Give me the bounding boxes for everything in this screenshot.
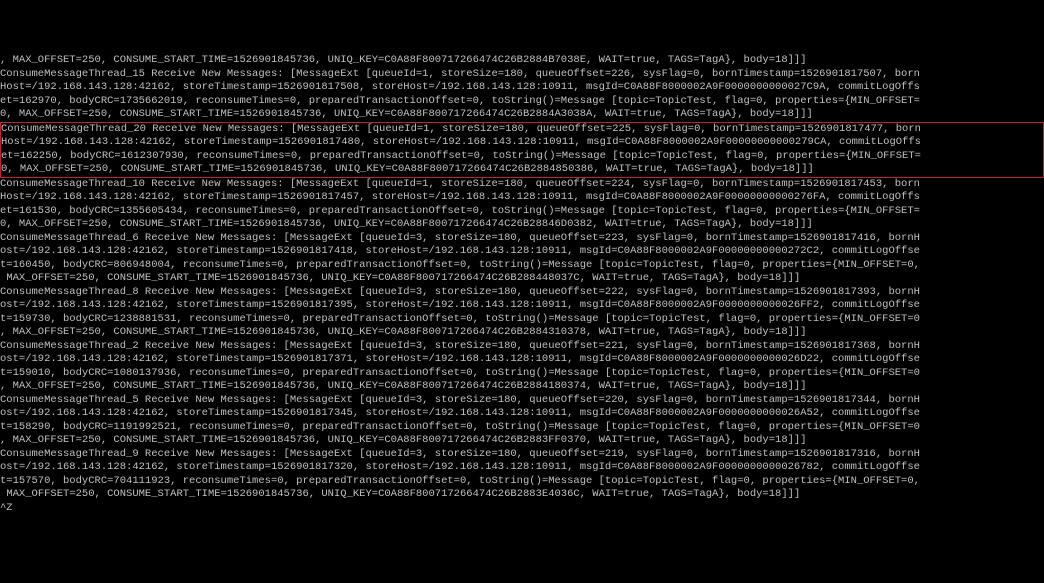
log-line: et=162970, bodyCRC=1735662019, reconsume…: [0, 95, 1044, 109]
log-line: 0, MAX_OFFSET=250, CONSUME_START_TIME=15…: [1, 163, 1043, 177]
log-line: ConsumeMessageThread_5 Receive New Messa…: [0, 394, 1044, 408]
log-line: , MAX_OFFSET=250, CONSUME_START_TIME=152…: [0, 326, 1044, 340]
log-line: , MAX_OFFSET=250, CONSUME_START_TIME=152…: [0, 380, 1044, 394]
control-z: ^Z: [0, 502, 1044, 516]
log-line: Host=/192.168.143.128:42162, storeTimest…: [0, 81, 1044, 95]
log-line: ConsumeMessageThread_2 Receive New Messa…: [0, 340, 1044, 354]
log-line: t=158290, bodyCRC=1191992521, reconsumeT…: [0, 421, 1044, 435]
log-line: t=159010, bodyCRC=1080137936, reconsumeT…: [0, 367, 1044, 381]
log-line: et=161530, bodyCRC=1355605434, reconsume…: [0, 205, 1044, 219]
log-line: ost=/192.168.143.128:42162, storeTimesta…: [0, 407, 1044, 421]
log-line: 0, MAX_OFFSET=250, CONSUME_START_TIME=15…: [0, 218, 1044, 232]
log-line: et=162250, bodyCRC=1612307930, reconsume…: [1, 150, 1043, 164]
log-line: 0, MAX_OFFSET=250, CONSUME_START_TIME=15…: [0, 108, 1044, 122]
log-line: , MAX_OFFSET=250, CONSUME_START_TIME=152…: [0, 54, 1044, 68]
log-line: ost=/192.168.143.128:42162, storeTimesta…: [0, 353, 1044, 367]
log-line: ost=/192.168.143.128:42162, storeTimesta…: [0, 299, 1044, 313]
log-line: MAX_OFFSET=250, CONSUME_START_TIME=15269…: [0, 488, 1044, 502]
log-line: Host=/192.168.143.128:42162, storeTimest…: [0, 191, 1044, 205]
log-line: ConsumeMessageThread_20 Receive New Mess…: [1, 123, 1043, 137]
log-line: t=157570, bodyCRC=704111923, reconsumeTi…: [0, 475, 1044, 489]
log-line: ConsumeMessageThread_10 Receive New Mess…: [0, 178, 1044, 192]
log-line: Host=/192.168.143.128:42162, storeTimest…: [1, 136, 1043, 150]
log-line: ConsumeMessageThread_8 Receive New Messa…: [0, 286, 1044, 300]
log-line: MAX_OFFSET=250, CONSUME_START_TIME=15269…: [0, 272, 1044, 286]
log-line: ost=/192.168.143.128:42162, storeTimesta…: [0, 461, 1044, 475]
log-line: ost=/192.168.143.128:42162, storeTimesta…: [0, 245, 1044, 259]
log-line: t=159730, bodyCRC=1238881531, reconsumeT…: [0, 313, 1044, 327]
log-line: , MAX_OFFSET=250, CONSUME_START_TIME=152…: [0, 434, 1044, 448]
highlighted-log-block: ConsumeMessageThread_20 Receive New Mess…: [0, 122, 1044, 178]
log-line: ConsumeMessageThread_6 Receive New Messa…: [0, 232, 1044, 246]
log-line: ConsumeMessageThread_9 Receive New Messa…: [0, 448, 1044, 462]
log-line: ConsumeMessageThread_15 Receive New Mess…: [0, 68, 1044, 82]
log-line: t=160450, bodyCRC=806948004, reconsumeTi…: [0, 259, 1044, 273]
